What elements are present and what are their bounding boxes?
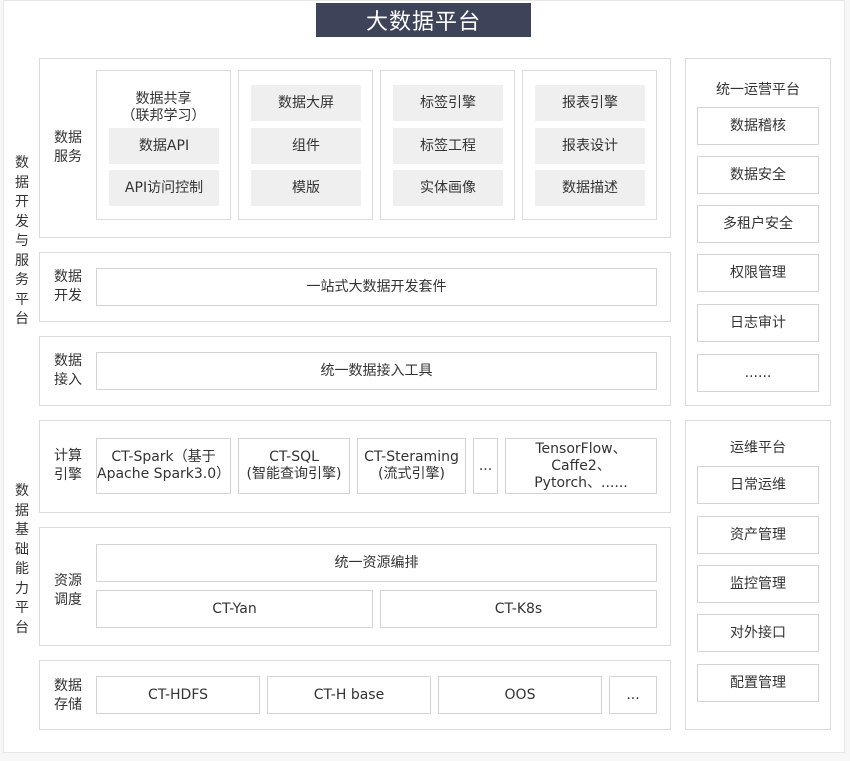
row-label-storage: 数据 存储 bbox=[54, 678, 82, 713]
ml-frameworks-box: TensorFlow、Caffe2、 Pytorch、...... bbox=[505, 438, 657, 494]
component-cell: 组件 bbox=[251, 128, 361, 164]
compute-more-box: ... bbox=[473, 438, 498, 494]
ct-k8s-box: CT-K8s bbox=[380, 590, 657, 628]
tag-engine-cell: 标签引擎 bbox=[393, 85, 503, 121]
dev-suite-box: 一站式大数据开发套件 bbox=[96, 268, 657, 306]
permission-management-box: 权限管理 bbox=[697, 254, 819, 292]
data-sharing-header: 数据共享 （联邦学习） bbox=[121, 91, 206, 124]
ops-more-box: ...... bbox=[697, 354, 819, 392]
ct-yan-box: CT-Yan bbox=[96, 590, 373, 628]
ct-hbase-box: CT-H base bbox=[267, 676, 431, 714]
ct-sql-box: CT-SQL (智能查询引擎) bbox=[238, 438, 350, 494]
template-cell: 模版 bbox=[251, 170, 361, 206]
data-api-cell: 数据API bbox=[109, 128, 219, 164]
page-title: 大数据平台 bbox=[316, 3, 531, 37]
maint-platform-title: 运维平台 bbox=[730, 440, 786, 456]
row-label-compute: 计算 引擎 bbox=[54, 448, 82, 483]
ct-hdfs-box: CT-HDFS bbox=[96, 676, 260, 714]
ct-spark-box: CT-Spark（基于 Apache Spark3.0） bbox=[96, 438, 231, 494]
data-security-box: 数据安全 bbox=[697, 156, 819, 194]
api-access-control-cell: API访问控制 bbox=[109, 170, 219, 206]
report-engine-cell: 报表引擎 bbox=[535, 85, 645, 121]
data-audit-box: 数据稽核 bbox=[697, 107, 819, 145]
ops-platform-title: 统一运营平台 bbox=[716, 82, 800, 98]
group-label-foundation: 数据基础能力平台 bbox=[15, 483, 29, 636]
ct-streaming-box: CT-Steraming (流式引擎) bbox=[357, 438, 466, 494]
data-description-cell: 数据描述 bbox=[535, 170, 645, 206]
row-label-data-service: 数据 服务 bbox=[54, 130, 82, 165]
big-screen-cell: 数据大屏 bbox=[251, 85, 361, 121]
multi-tenant-security-box: 多租户安全 bbox=[697, 205, 819, 243]
storage-more-box: ... bbox=[609, 676, 657, 714]
ingest-tool-box: 统一数据接入工具 bbox=[96, 352, 657, 390]
log-audit-box: 日志审计 bbox=[697, 304, 819, 342]
oos-box: OOS bbox=[438, 676, 602, 714]
entity-portrait-cell: 实体画像 bbox=[393, 170, 503, 206]
tag-engineering-cell: 标签工程 bbox=[393, 128, 503, 164]
daily-ops-box: 日常运维 bbox=[697, 466, 819, 504]
external-interface-box: 对外接口 bbox=[697, 614, 819, 652]
resource-orchestration-box: 统一资源编排 bbox=[96, 544, 657, 582]
config-management-box: 配置管理 bbox=[697, 664, 819, 702]
report-design-cell: 报表设计 bbox=[535, 128, 645, 164]
row-label-data-dev: 数据 开发 bbox=[54, 269, 82, 304]
group-label-dev-service: 数据开发与服务平台 bbox=[15, 155, 29, 327]
row-label-resource: 资源 调度 bbox=[54, 573, 82, 608]
monitoring-management-box: 监控管理 bbox=[697, 565, 819, 603]
row-label-data-ingest: 数据 接入 bbox=[54, 353, 82, 388]
asset-management-box: 资产管理 bbox=[697, 516, 819, 554]
